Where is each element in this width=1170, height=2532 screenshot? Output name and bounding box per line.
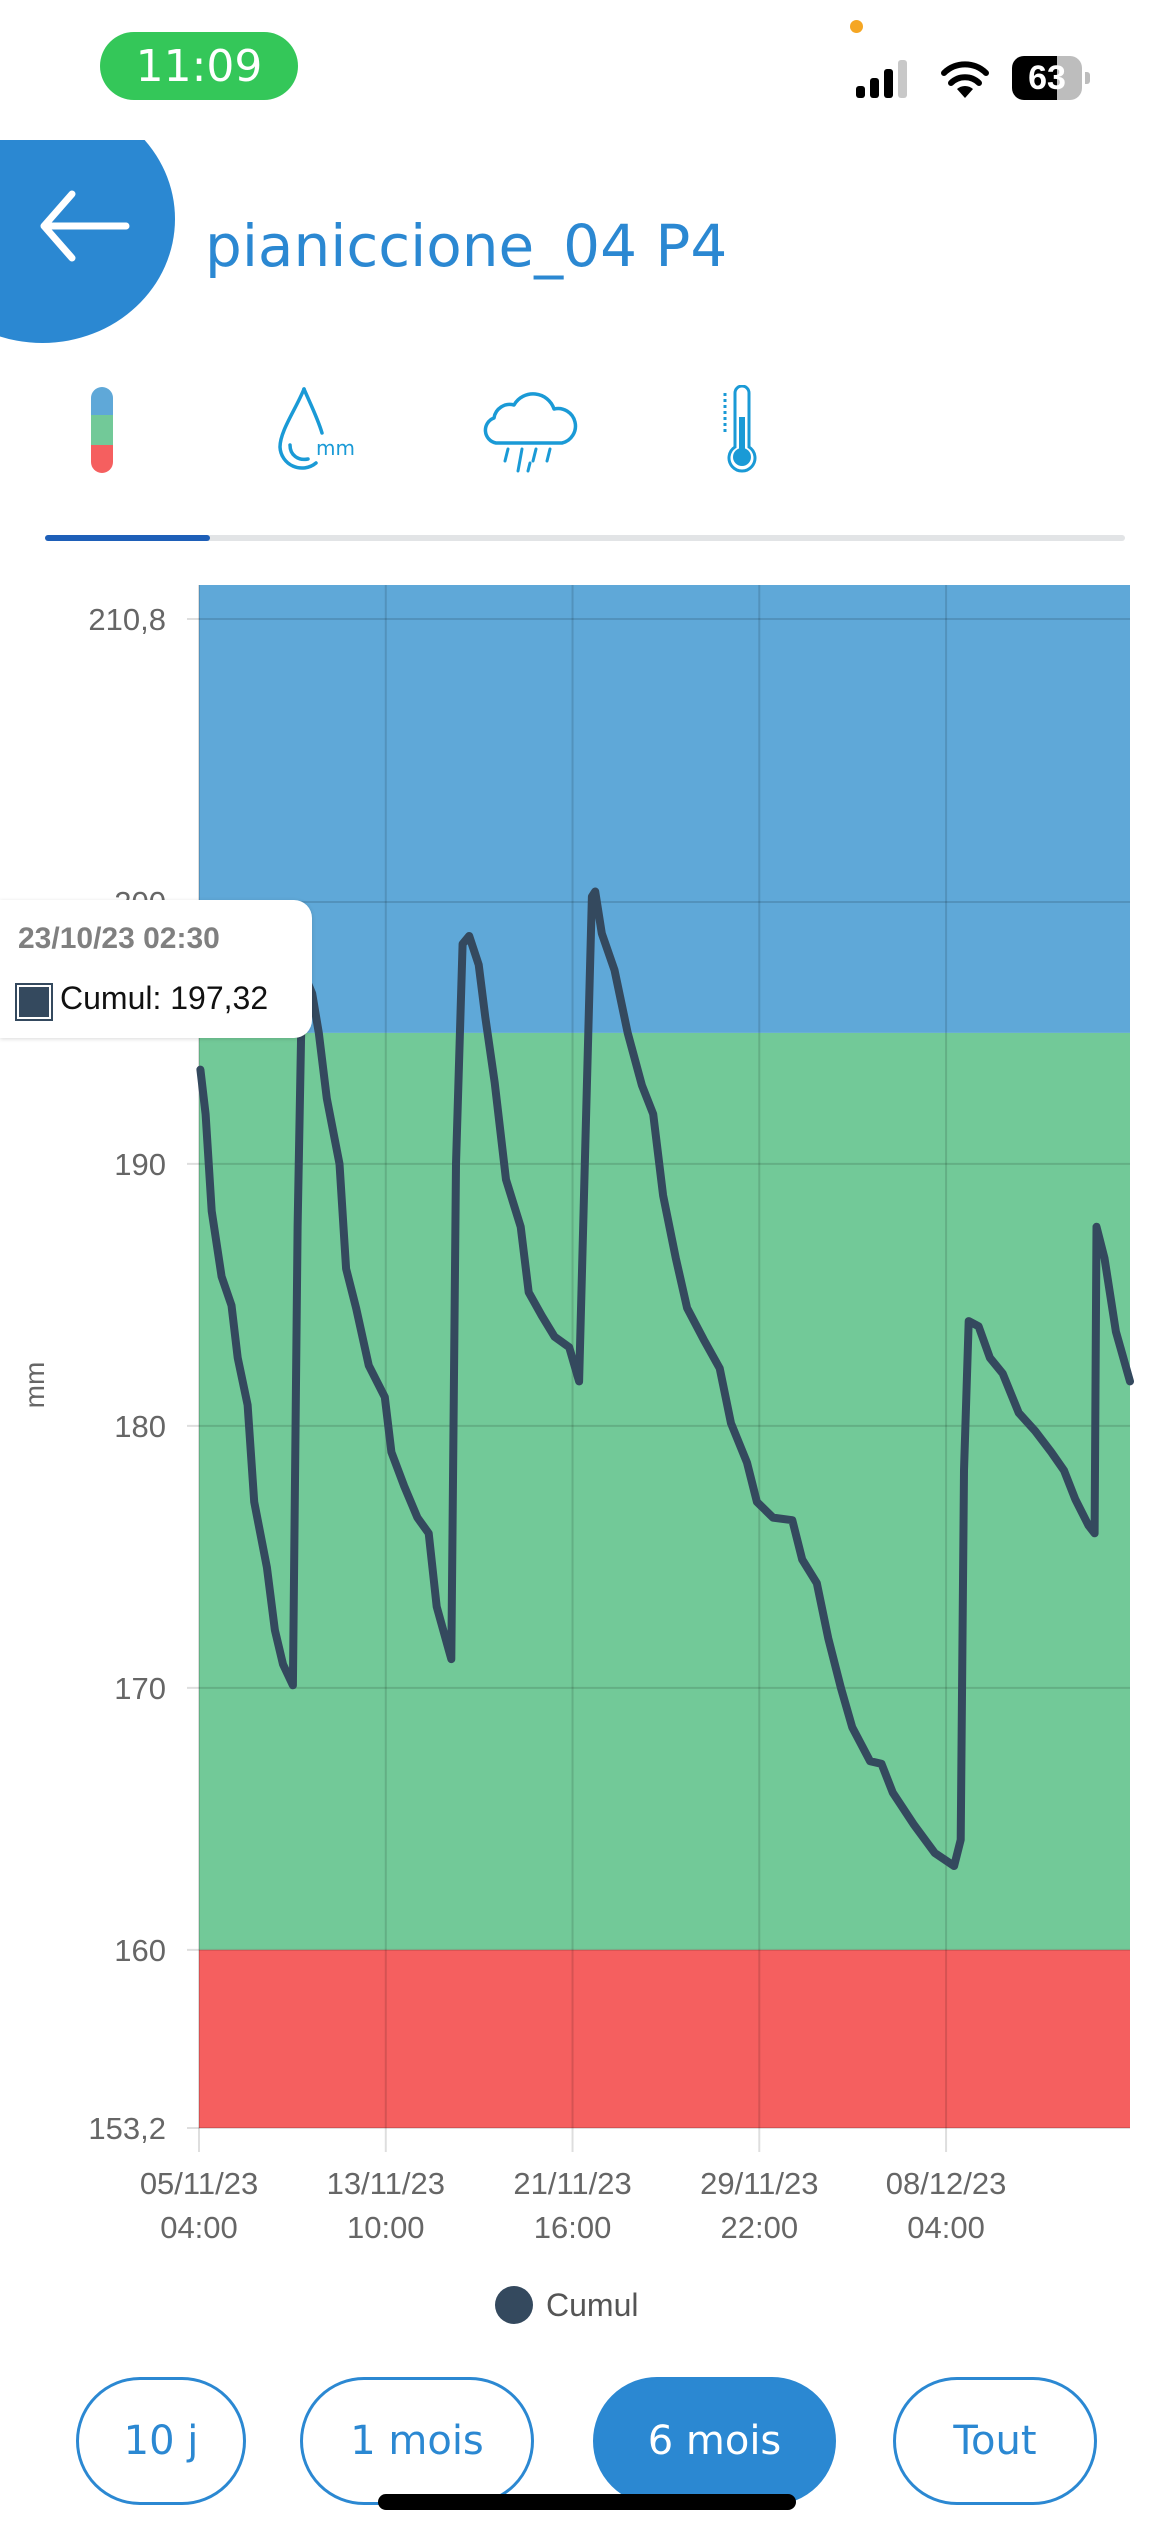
y-tick-label: 160 xyxy=(114,1933,166,1968)
x-tick-time: 16:00 xyxy=(534,2210,612,2245)
home-indicator[interactable] xyxy=(378,2494,796,2510)
threshold-band-0 xyxy=(199,585,1130,1033)
range-button-10-days[interactable]: 10 j xyxy=(76,2377,246,2505)
x-tick-time: 22:00 xyxy=(721,2210,799,2245)
chart[interactable]: 210,8200190180170160153,205/11/2304:0013… xyxy=(0,0,1170,2532)
y-tick-label: 170 xyxy=(114,1671,166,1706)
threshold-band-2 xyxy=(199,1949,1130,2128)
tooltip-value: Cumul: 197,32 xyxy=(60,980,269,1016)
y-axis-label: mm xyxy=(19,1362,50,1409)
tooltip-series-swatch xyxy=(15,983,53,1021)
x-tick-time: 04:00 xyxy=(907,2210,985,2245)
x-tick-date: 13/11/23 xyxy=(327,2166,445,2201)
x-tick-date: 05/11/23 xyxy=(140,2166,258,2201)
y-tick-label: 210,8 xyxy=(88,602,166,637)
range-button-6-months[interactable]: 6 mois xyxy=(593,2377,836,2505)
y-tick-label: 190 xyxy=(114,1147,166,1182)
legend-marker xyxy=(495,2286,533,2324)
range-button-all[interactable]: Tout xyxy=(893,2377,1097,2505)
x-tick-date: 21/11/23 xyxy=(513,2166,631,2201)
x-tick-time: 04:00 xyxy=(160,2210,238,2245)
chart-tooltip: 23/10/23 02:30 Cumul: 197,32 xyxy=(0,900,312,1038)
legend-label[interactable]: Cumul xyxy=(546,2287,638,2323)
tooltip-date: 23/10/23 02:30 xyxy=(18,922,220,955)
y-tick-label: 180 xyxy=(114,1409,166,1444)
x-tick-date: 29/11/23 xyxy=(700,2166,818,2201)
x-tick-time: 10:00 xyxy=(347,2210,425,2245)
x-tick-date: 08/12/23 xyxy=(886,2166,1007,2201)
range-button-1-month[interactable]: 1 mois xyxy=(300,2377,534,2505)
y-tick-label: 153,2 xyxy=(88,2111,166,2146)
